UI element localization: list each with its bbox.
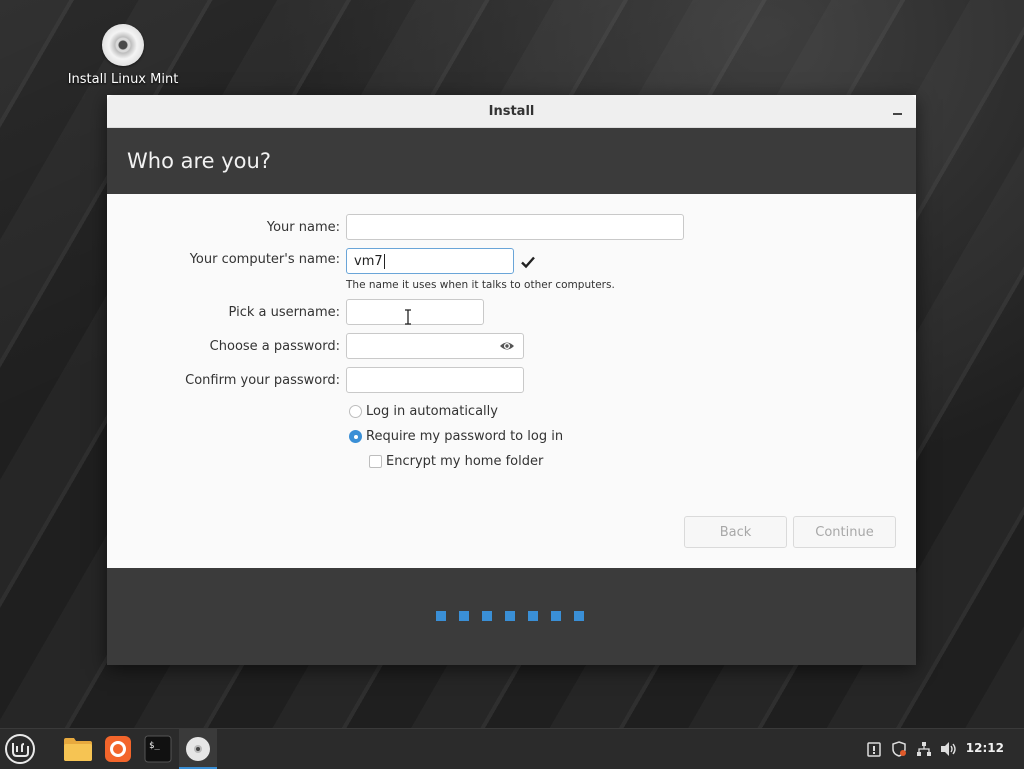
network-icon[interactable] [915, 740, 933, 758]
show-password-eye-icon[interactable] [499, 340, 515, 352]
page-title: Who are you? [127, 149, 271, 173]
encrypt-home-checkbox[interactable] [369, 455, 382, 468]
clipboard-icon[interactable] [865, 740, 883, 758]
shield-icon[interactable] [890, 740, 908, 758]
mint-menu-icon [5, 734, 35, 764]
computer-name-label: Your computer's name: [189, 252, 340, 267]
desktop-icon-label: Install Linux Mint [67, 72, 179, 87]
computer-name-value: vm7 [354, 253, 383, 269]
progress-step-dot [574, 611, 584, 621]
terminal-icon: $_ [144, 735, 172, 763]
desktop-icon-install[interactable]: Install Linux Mint [64, 24, 182, 87]
require-password-radio[interactable] [349, 430, 362, 443]
form-content: Your name: Your computer's name: vm7 The… [107, 194, 916, 569]
your-name-input[interactable] [346, 214, 684, 240]
svg-text:$_: $_ [149, 741, 160, 751]
progress-footer [107, 568, 916, 665]
username-input[interactable] [346, 299, 484, 325]
files-icon [64, 738, 92, 761]
taskbar-clock[interactable]: 12:12 [966, 741, 1004, 755]
continue-button[interactable]: Continue [793, 516, 896, 548]
progress-step-dot [528, 611, 538, 621]
terminal-button[interactable]: $_ [142, 733, 174, 765]
password-input[interactable] [346, 333, 524, 359]
mint-menu-button[interactable] [4, 733, 36, 765]
login-automatically-radio[interactable] [349, 405, 362, 418]
taskbar: $_ 12:12 [0, 728, 1024, 769]
computer-name-hint: The name it uses when it talks to other … [346, 279, 615, 291]
login-automatically-label[interactable]: Log in automatically [366, 404, 498, 419]
install-disc-icon [186, 737, 210, 761]
files-button[interactable] [62, 733, 94, 765]
back-button[interactable]: Back [684, 516, 787, 548]
window-title: Install [488, 103, 535, 119]
progress-step-dot [459, 611, 469, 621]
volume-icon[interactable] [940, 740, 958, 758]
progress-indicator [436, 611, 584, 621]
require-password-label[interactable]: Require my password to log in [366, 429, 563, 444]
window-titlebar[interactable]: Install [107, 95, 916, 128]
page-header: Who are you? [107, 128, 916, 194]
install-window: Install Who are you? Your name: Your com… [107, 95, 916, 665]
progress-step-dot [436, 611, 446, 621]
confirm-password-input[interactable] [346, 367, 524, 393]
progress-step-dot [482, 611, 492, 621]
text-cursor-icon [405, 309, 411, 325]
confirm-password-label: Confirm your password: [185, 373, 340, 388]
username-label: Pick a username: [228, 305, 340, 320]
password-label: Choose a password: [209, 339, 340, 354]
firefox-button[interactable] [102, 733, 134, 765]
encrypt-home-label[interactable]: Encrypt my home folder [386, 454, 543, 469]
computer-name-input[interactable]: vm7 [346, 248, 514, 274]
installer-button[interactable] [182, 733, 214, 765]
install-disc-icon [102, 24, 144, 66]
valid-check-icon [521, 256, 535, 269]
firefox-icon [105, 736, 131, 762]
progress-step-dot [551, 611, 561, 621]
text-caret [383, 253, 385, 269]
progress-step-dot [505, 611, 515, 621]
minimize-button[interactable] [888, 101, 908, 121]
your-name-label: Your name: [266, 220, 340, 235]
